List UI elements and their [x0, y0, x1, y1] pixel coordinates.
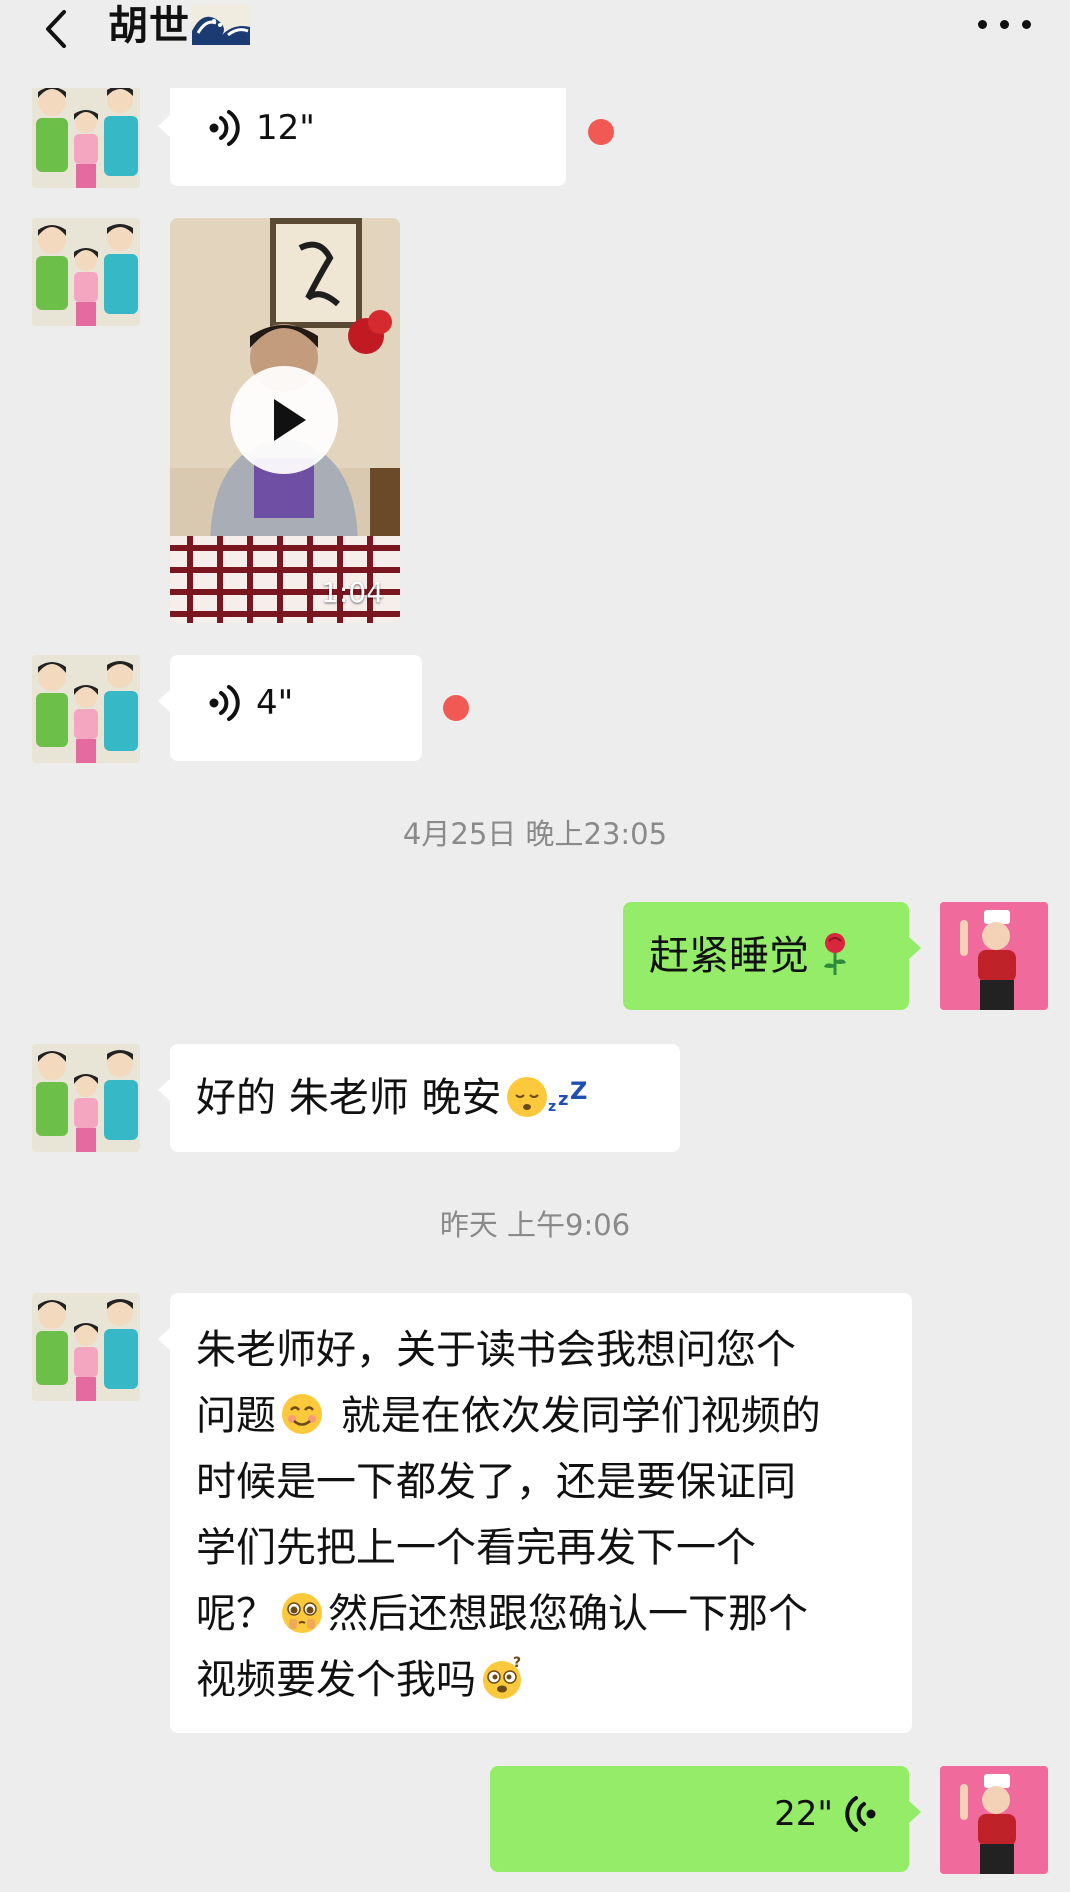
received-text-message[interactable]: 好的 朱老师 晚安 z z Z [158, 1044, 680, 1152]
message-line: 朱老师好，关于读书会我想问您个 [196, 1327, 796, 1373]
message-line: 问题 就是在依次发同学们视频的 [196, 1383, 896, 1449]
voice-wave-icon [845, 1796, 878, 1832]
my-avatar[interactable] [940, 902, 1048, 1010]
dizzy-emoji: ? [483, 1655, 521, 1699]
timestamp: 4月25日 晚上23:05 [402, 817, 668, 851]
voice-duration: 12" [256, 108, 315, 148]
contact-avatar[interactable] [32, 80, 140, 188]
voice-wave-icon [207, 110, 240, 146]
message-line: 视频要发个我吗 ? [196, 1647, 896, 1713]
ellipsis-icon[interactable] [978, 18, 1034, 32]
svg-text:z: z [558, 1089, 568, 1110]
message-line: 学们先把上一个看完再发下一个 [196, 1525, 756, 1571]
bubble-tail [908, 936, 921, 960]
unread-dot [443, 695, 469, 721]
unread-dot [588, 119, 614, 145]
video-duration: 1:04 [321, 576, 384, 609]
rose-emoji [824, 933, 846, 975]
message-content: 赶紧睡觉 [649, 923, 861, 989]
smile-emoji [282, 1394, 322, 1434]
bubble-tail [908, 1800, 921, 1824]
bubble-tail [158, 1327, 171, 1351]
chat-title: 胡世 [108, 2, 250, 50]
message-line: 呢？ 然后还想跟您确认一下那个 [196, 1581, 896, 1647]
message-line-text: 视频要发个我吗 [196, 1657, 476, 1703]
voice-duration: 4" [256, 683, 294, 723]
play-icon[interactable] [230, 366, 338, 474]
voice-message[interactable]: 22" [490, 1766, 921, 1872]
contact-avatar[interactable] [32, 218, 140, 326]
contact-avatar[interactable] [32, 1293, 140, 1401]
my-avatar[interactable] [940, 1766, 1048, 1874]
bubble-tail [158, 114, 171, 138]
voice-message[interactable]: 4" [158, 655, 422, 761]
message-text: 赶紧睡觉 [649, 933, 809, 979]
voice-message[interactable]: 12" [158, 80, 566, 186]
message-line-text: 就是在依次发同学们视频的 [328, 1393, 821, 1439]
video-message[interactable]: 1:04 [170, 218, 400, 623]
sent-text-message[interactable]: 赶紧睡觉 [623, 902, 921, 1010]
contact-avatar[interactable] [32, 655, 140, 763]
message-line-text: 问题 [196, 1393, 276, 1439]
svg-text:z: z [548, 1099, 556, 1115]
message-line: 时候是一下都发了，还是要保证同 [196, 1459, 796, 1505]
pleading-emoji [282, 1593, 322, 1633]
message-text: 好的 朱老师 晚安 [196, 1075, 502, 1121]
message-content: 好的 朱老师 晚安 z z Z [196, 1065, 597, 1131]
message-content: 朱老师好，关于读书会我想问您个 问题 就是在依次发同学们视频的 时候是一下都发了… [196, 1317, 896, 1713]
chevron-left-icon[interactable] [36, 4, 76, 54]
received-text-message[interactable]: 朱老师好，关于读书会我想问您个 问题 就是在依次发同学们视频的 时候是一下都发了… [158, 1293, 912, 1733]
sleeping-emoji: z z Z [507, 1077, 588, 1117]
timestamp: 昨天 上午9:06 [439, 1208, 631, 1242]
bubble-tail [158, 1078, 171, 1102]
chat-title-text: 胡世 [108, 3, 190, 49]
svg-text:Z: Z [570, 1077, 587, 1105]
bubble-tail [158, 689, 171, 713]
message-line-text: 然后还想跟您确认一下那个 [328, 1591, 808, 1637]
svg-text:?: ? [513, 1655, 521, 1671]
voice-wave-icon [207, 685, 240, 721]
chat-header: 胡世 [0, 0, 1070, 88]
message-line-text: 呢？ [196, 1591, 276, 1637]
contact-avatar[interactable] [32, 1044, 140, 1152]
wave-emoji [192, 5, 250, 45]
voice-duration: 22" [774, 1794, 833, 1834]
